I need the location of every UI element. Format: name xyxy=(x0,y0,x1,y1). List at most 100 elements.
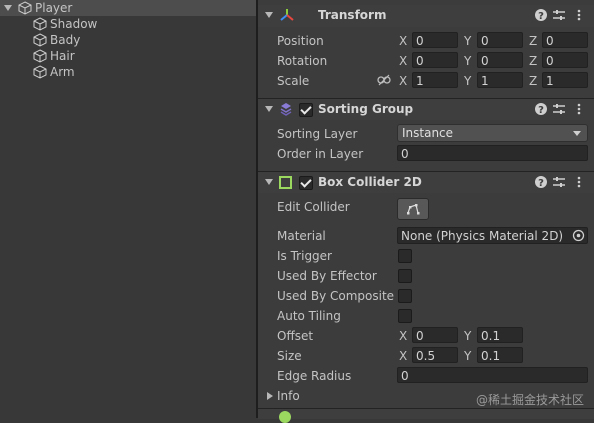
edit-collider-label: Edit Collider xyxy=(277,200,350,214)
axis-x-label[interactable]: X xyxy=(399,349,407,363)
hierarchy-item-player[interactable]: Player xyxy=(0,0,256,16)
box-collider-enabled-checkbox[interactable] xyxy=(299,176,313,190)
cube-icon xyxy=(33,33,47,47)
size-x-field[interactable]: 0.5 xyxy=(412,347,458,363)
transform-header[interactable]: Transform ? xyxy=(258,5,594,27)
order-in-layer-label: Order in Layer xyxy=(277,147,364,161)
size-label: Size xyxy=(277,349,302,363)
axis-z-label[interactable]: Z xyxy=(529,74,537,88)
material-value: None (Physics Material 2D) xyxy=(401,229,564,243)
foldout-collapsed-icon[interactable] xyxy=(267,392,273,400)
component-icon xyxy=(279,411,291,423)
foldout-expanded-icon[interactable] xyxy=(265,12,273,18)
box-collider-header[interactable]: Box Collider 2D ? xyxy=(258,171,594,193)
presets-icon[interactable] xyxy=(552,102,566,116)
transform-icon xyxy=(280,9,294,21)
header-icons: ? xyxy=(534,175,586,191)
help-icon[interactable]: ? xyxy=(534,175,548,189)
foldout-expanded-icon[interactable] xyxy=(265,106,273,112)
scale-y-field[interactable]: 1 xyxy=(477,72,523,88)
hierarchy-item-label: Bady xyxy=(50,33,81,47)
position-z-field[interactable]: 0 xyxy=(542,32,588,48)
axis-x-label[interactable]: X xyxy=(399,74,407,88)
link-icon[interactable] xyxy=(377,74,391,86)
hierarchy-item-bady[interactable]: Bady xyxy=(0,32,256,48)
help-icon[interactable]: ? xyxy=(534,102,548,116)
sorting-layer-label: Sorting Layer xyxy=(277,127,358,141)
scale-x-field[interactable]: 1 xyxy=(412,72,458,88)
more-icon[interactable] xyxy=(572,8,586,22)
header-icons: ? xyxy=(534,102,586,118)
axis-y-label[interactable]: Y xyxy=(464,74,471,88)
presets-icon[interactable] xyxy=(552,8,566,22)
more-icon[interactable] xyxy=(572,102,586,116)
component-title: Transform xyxy=(318,8,387,22)
auto-tiling-checkbox[interactable] xyxy=(398,309,412,323)
cube-icon xyxy=(33,17,47,31)
info-foldout-label[interactable]: Info xyxy=(277,389,300,403)
size-y-field[interactable]: 0.1 xyxy=(477,347,523,363)
axis-x-label[interactable]: X xyxy=(399,34,407,48)
edit-collider-icon xyxy=(407,204,420,215)
next-component-header[interactable] xyxy=(258,408,594,423)
used-by-effector-label: Used By Effector xyxy=(277,269,377,283)
foldout-expanded-icon[interactable] xyxy=(265,179,273,185)
edge-radius-field[interactable]: 0 xyxy=(397,367,588,383)
axis-x-label[interactable]: X xyxy=(399,329,407,343)
presets-icon[interactable] xyxy=(552,175,566,189)
offset-label: Offset xyxy=(277,329,314,343)
rotation-x-field[interactable]: 0 xyxy=(412,52,458,68)
component-title: Sorting Group xyxy=(318,102,414,116)
scale-label: Scale xyxy=(277,74,310,88)
cube-icon xyxy=(18,1,32,15)
hierarchy-item-arm[interactable]: Arm xyxy=(0,64,256,80)
sorting-group-enabled-checkbox[interactable] xyxy=(299,103,313,117)
sorting-layer-dropdown[interactable]: Instance xyxy=(397,124,588,142)
is-trigger-label: Is Trigger xyxy=(277,249,332,263)
header-icons: ? xyxy=(534,8,586,24)
help-icon[interactable]: ? xyxy=(534,8,548,22)
position-y-field[interactable]: 0 xyxy=(477,32,523,48)
rotation-y-field[interactable]: 0 xyxy=(477,52,523,68)
hierarchy-item-label: Arm xyxy=(50,65,75,79)
more-icon[interactable] xyxy=(572,175,586,189)
position-label: Position xyxy=(277,34,324,48)
axis-y-label[interactable]: Y xyxy=(464,34,471,48)
scale-z-field[interactable]: 1 xyxy=(542,72,588,88)
hierarchy-item-shadow[interactable]: Shadow xyxy=(0,16,256,32)
material-field[interactable]: None (Physics Material 2D) xyxy=(397,227,588,244)
hierarchy-item-hair[interactable]: Hair xyxy=(0,48,256,64)
used-by-effector-checkbox[interactable] xyxy=(398,269,412,283)
axis-z-label[interactable]: Z xyxy=(529,34,537,48)
edge-radius-label: Edge Radius xyxy=(277,369,352,383)
object-picker-icon[interactable] xyxy=(572,229,585,242)
hierarchy-item-label: Hair xyxy=(50,49,75,63)
axis-z-label[interactable]: Z xyxy=(529,54,537,68)
cube-icon xyxy=(33,65,47,79)
rotation-label: Rotation xyxy=(277,54,328,68)
box-collider-icon xyxy=(279,176,292,189)
cube-icon xyxy=(33,49,47,63)
component-title: Box Collider 2D xyxy=(318,175,422,189)
hierarchy-item-label: Shadow xyxy=(50,17,98,31)
dropdown-arrow-icon xyxy=(573,131,581,136)
order-in-layer-field[interactable]: 0 xyxy=(397,145,588,161)
edit-collider-button[interactable] xyxy=(397,198,429,220)
svg-text:?: ? xyxy=(538,178,544,189)
foldout-expanded-icon[interactable] xyxy=(4,5,12,11)
axis-x-label[interactable]: X xyxy=(399,54,407,68)
used-by-composite-checkbox[interactable] xyxy=(398,289,412,303)
auto-tiling-label: Auto Tiling xyxy=(277,309,341,323)
axis-y-label[interactable]: Y xyxy=(464,329,471,343)
position-x-field[interactable]: 0 xyxy=(412,32,458,48)
sorting-group-header[interactable]: Sorting Group ? xyxy=(258,98,594,120)
axis-y-label[interactable]: Y xyxy=(464,54,471,68)
axis-y-label[interactable]: Y xyxy=(464,349,471,363)
hierarchy-panel: Player Shadow Bady Hair Arm xyxy=(0,0,256,418)
hierarchy-item-label: Player xyxy=(35,1,73,15)
is-trigger-checkbox[interactable] xyxy=(398,249,412,263)
offset-y-field[interactable]: 0.1 xyxy=(477,327,523,343)
rotation-z-field[interactable]: 0 xyxy=(542,52,588,68)
offset-x-field[interactable]: 0 xyxy=(412,327,458,343)
svg-text:?: ? xyxy=(538,11,544,22)
